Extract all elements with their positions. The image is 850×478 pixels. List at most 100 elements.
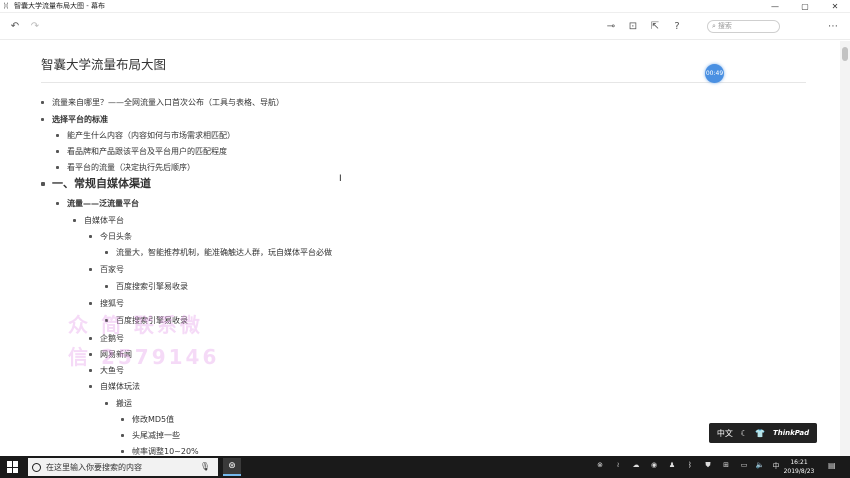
window-title: 智囊大学流量布局大图 - 幕布: [14, 2, 105, 10]
bullet-icon[interactable]: [41, 101, 44, 104]
outline-node[interactable]: 流量来自哪里？——全网流量入口首次公布（工具与表格、导航）: [41, 97, 284, 109]
outline-node[interactable]: 搬运: [105, 398, 132, 410]
outline-node[interactable]: 看品牌和产品跟该平台及平台用户的匹配程度: [56, 146, 227, 158]
outline-node-text: 修改MD5值: [132, 415, 175, 424]
help-icon[interactable]: ?: [670, 20, 684, 34]
outline-node-text: 帧率调整10~20%: [132, 447, 199, 456]
scrollbar-thumb[interactable]: [842, 47, 848, 61]
tray-wechat-icon[interactable]: ◉: [648, 461, 660, 469]
bullet-icon[interactable]: [73, 219, 76, 222]
outline-node-text: 流量大，智能推荐机制，能准确触达人群，玩自媒体平台必做: [116, 248, 332, 257]
scrollbar[interactable]: [840, 41, 850, 456]
outline-node[interactable]: 流量大，智能推荐机制，能准确触达人群，玩自媒体平台必做: [105, 247, 332, 259]
outline-node-text: 能产生什么内容（内容如何与市场需求相匹配）: [67, 131, 235, 140]
taskbar: 在这里输入你要搜索的内容 🎙 ⊛ ⊗ ≀ ☁ ◉ ♟ ᛒ ⛊ ⊞ ▭ 🔈 中 1…: [0, 456, 850, 478]
tray-qq-icon[interactable]: ♟: [666, 461, 678, 469]
outline-node-text: 百度搜索引擎易收录: [116, 282, 188, 291]
outline-node-text: 一、常规自媒体渠道: [52, 177, 151, 190]
outline-node-text: 自媒体平台: [84, 216, 124, 225]
outline-node[interactable]: 一、常规自媒体渠道: [41, 177, 151, 191]
outline-node[interactable]: 看平台的流量（决定执行先后顺序）: [56, 162, 195, 174]
search-input[interactable]: ⌕ 搜索: [707, 20, 780, 33]
bullet-icon[interactable]: [56, 166, 59, 169]
bullet-icon[interactable]: [89, 268, 92, 271]
outline-node-text: 搬运: [116, 399, 132, 408]
microphone-icon[interactable]: 🎙: [200, 462, 210, 471]
outline-node-text: 百家号: [100, 265, 124, 274]
tray-cloud-icon[interactable]: ☁: [630, 461, 642, 469]
clock-date: 2019/8/23: [783, 468, 815, 475]
tray-feather-icon[interactable]: ≀: [612, 461, 624, 469]
bullet-icon[interactable]: [41, 118, 44, 121]
clock-time: 16:21: [790, 459, 808, 466]
outline-node[interactable]: 头尾减掉一些: [121, 430, 180, 442]
share-icon[interactable]: ⇱: [648, 20, 662, 34]
outline-node[interactable]: 流量——泛流量平台: [56, 198, 139, 210]
outline-node[interactable]: 今日头条: [89, 231, 132, 243]
bullet-icon[interactable]: [56, 134, 59, 137]
document-area[interactable]: 智囊大学流量布局大图 00:49 流量来自哪里？——全网流量入口首次公布（工具与…: [0, 41, 840, 456]
moon-icon[interactable]: ☾: [740, 429, 747, 438]
bullet-icon[interactable]: [41, 182, 45, 186]
notification-icon[interactable]: ▤: [828, 461, 836, 470]
app-icon: ᛞ: [3, 2, 9, 10]
outline-node-text: 流量来自哪里？——全网流量入口首次公布（工具与表格、导航）: [52, 98, 284, 107]
taskbar-app-mubu-icon[interactable]: ⊛: [223, 458, 241, 476]
bullet-icon[interactable]: [121, 418, 124, 421]
window-controls: — ▢ ✕: [760, 0, 850, 13]
thinkpad-logo: ThinkPad: [772, 429, 810, 437]
outline-node[interactable]: 能产生什么内容（内容如何与市场需求相匹配）: [56, 130, 235, 142]
search-icon: ⌕: [712, 22, 716, 30]
document-title[interactable]: 智囊大学流量布局大图: [41, 54, 166, 73]
ime-toolbar[interactable]: 中文 ☾ 👕 ThinkPad: [709, 423, 817, 443]
search-placeholder: 搜索: [717, 22, 732, 30]
tray-network-icon[interactable]: ⊞: [720, 461, 732, 469]
bullet-icon[interactable]: [89, 235, 92, 238]
undo-icon[interactable]: ↶: [8, 20, 22, 34]
redo-icon[interactable]: ↷: [28, 20, 42, 34]
title-bar: ᛞ 智囊大学流量布局大图 - 幕布 — ▢ ✕: [0, 0, 850, 13]
more-icon[interactable]: ⋯: [826, 20, 840, 34]
outline-node-text: 头尾减掉一些: [132, 431, 180, 440]
outline-node[interactable]: 百家号: [89, 264, 124, 276]
tray-battery-icon[interactable]: ▭: [738, 461, 750, 469]
ime-language[interactable]: 中文: [717, 428, 733, 439]
outline-node-text: 选择平台的标准: [52, 115, 108, 124]
outline-node[interactable]: 百度搜索引擎易收录: [105, 281, 188, 293]
bullet-icon[interactable]: [89, 385, 92, 388]
outline-node[interactable]: 自媒体平台: [73, 215, 124, 227]
minimize-button[interactable]: —: [760, 0, 790, 13]
outline-node-text: 看平台的流量（决定执行先后顺序）: [67, 163, 195, 172]
bullet-icon[interactable]: [121, 450, 124, 453]
mindmap-icon[interactable]: ⊸: [604, 20, 618, 34]
outline-node-text: 流量——泛流量平台: [67, 199, 139, 208]
skin-icon[interactable]: 👕: [755, 429, 765, 438]
tray-bluetooth-icon[interactable]: ᛒ: [684, 461, 696, 469]
outline-node[interactable]: 选择平台的标准: [41, 114, 108, 126]
outline-node-text: 自媒体玩法: [100, 382, 140, 391]
bullet-icon[interactable]: [105, 402, 108, 405]
outline-node[interactable]: 修改MD5值: [121, 414, 175, 426]
tray-volume-icon[interactable]: 🔈: [754, 461, 766, 469]
taskbar-search-placeholder: 在这里输入你要搜索的内容: [46, 462, 142, 472]
bullet-icon[interactable]: [89, 302, 92, 305]
tray-app-icon[interactable]: ⊗: [594, 461, 606, 469]
bullet-icon[interactable]: [121, 434, 124, 437]
maximize-button[interactable]: ▢: [790, 0, 820, 13]
timer-badge[interactable]: 00:49: [705, 64, 724, 83]
windows-start-icon[interactable]: [7, 461, 19, 473]
tray-security-icon[interactable]: ⛊: [702, 461, 714, 470]
bullet-icon[interactable]: [105, 251, 108, 254]
bullet-icon[interactable]: [56, 150, 59, 153]
outline-node[interactable]: 帧率调整10~20%: [121, 446, 199, 456]
taskbar-search-input[interactable]: 在这里输入你要搜索的内容 🎙: [28, 458, 218, 476]
bullet-icon[interactable]: [105, 285, 108, 288]
outline-node-text: 看品牌和产品跟该平台及平台用户的匹配程度: [67, 147, 227, 156]
bullet-icon[interactable]: [56, 202, 59, 205]
outline-node-text: 今日头条: [100, 232, 132, 241]
clock[interactable]: 16:21 2019/8/23: [780, 458, 818, 476]
close-button[interactable]: ✕: [820, 0, 850, 13]
outline-node[interactable]: 自媒体玩法: [89, 381, 140, 393]
present-icon[interactable]: ⊡: [626, 20, 640, 34]
outline-node-text: 搜狐号: [100, 299, 124, 308]
